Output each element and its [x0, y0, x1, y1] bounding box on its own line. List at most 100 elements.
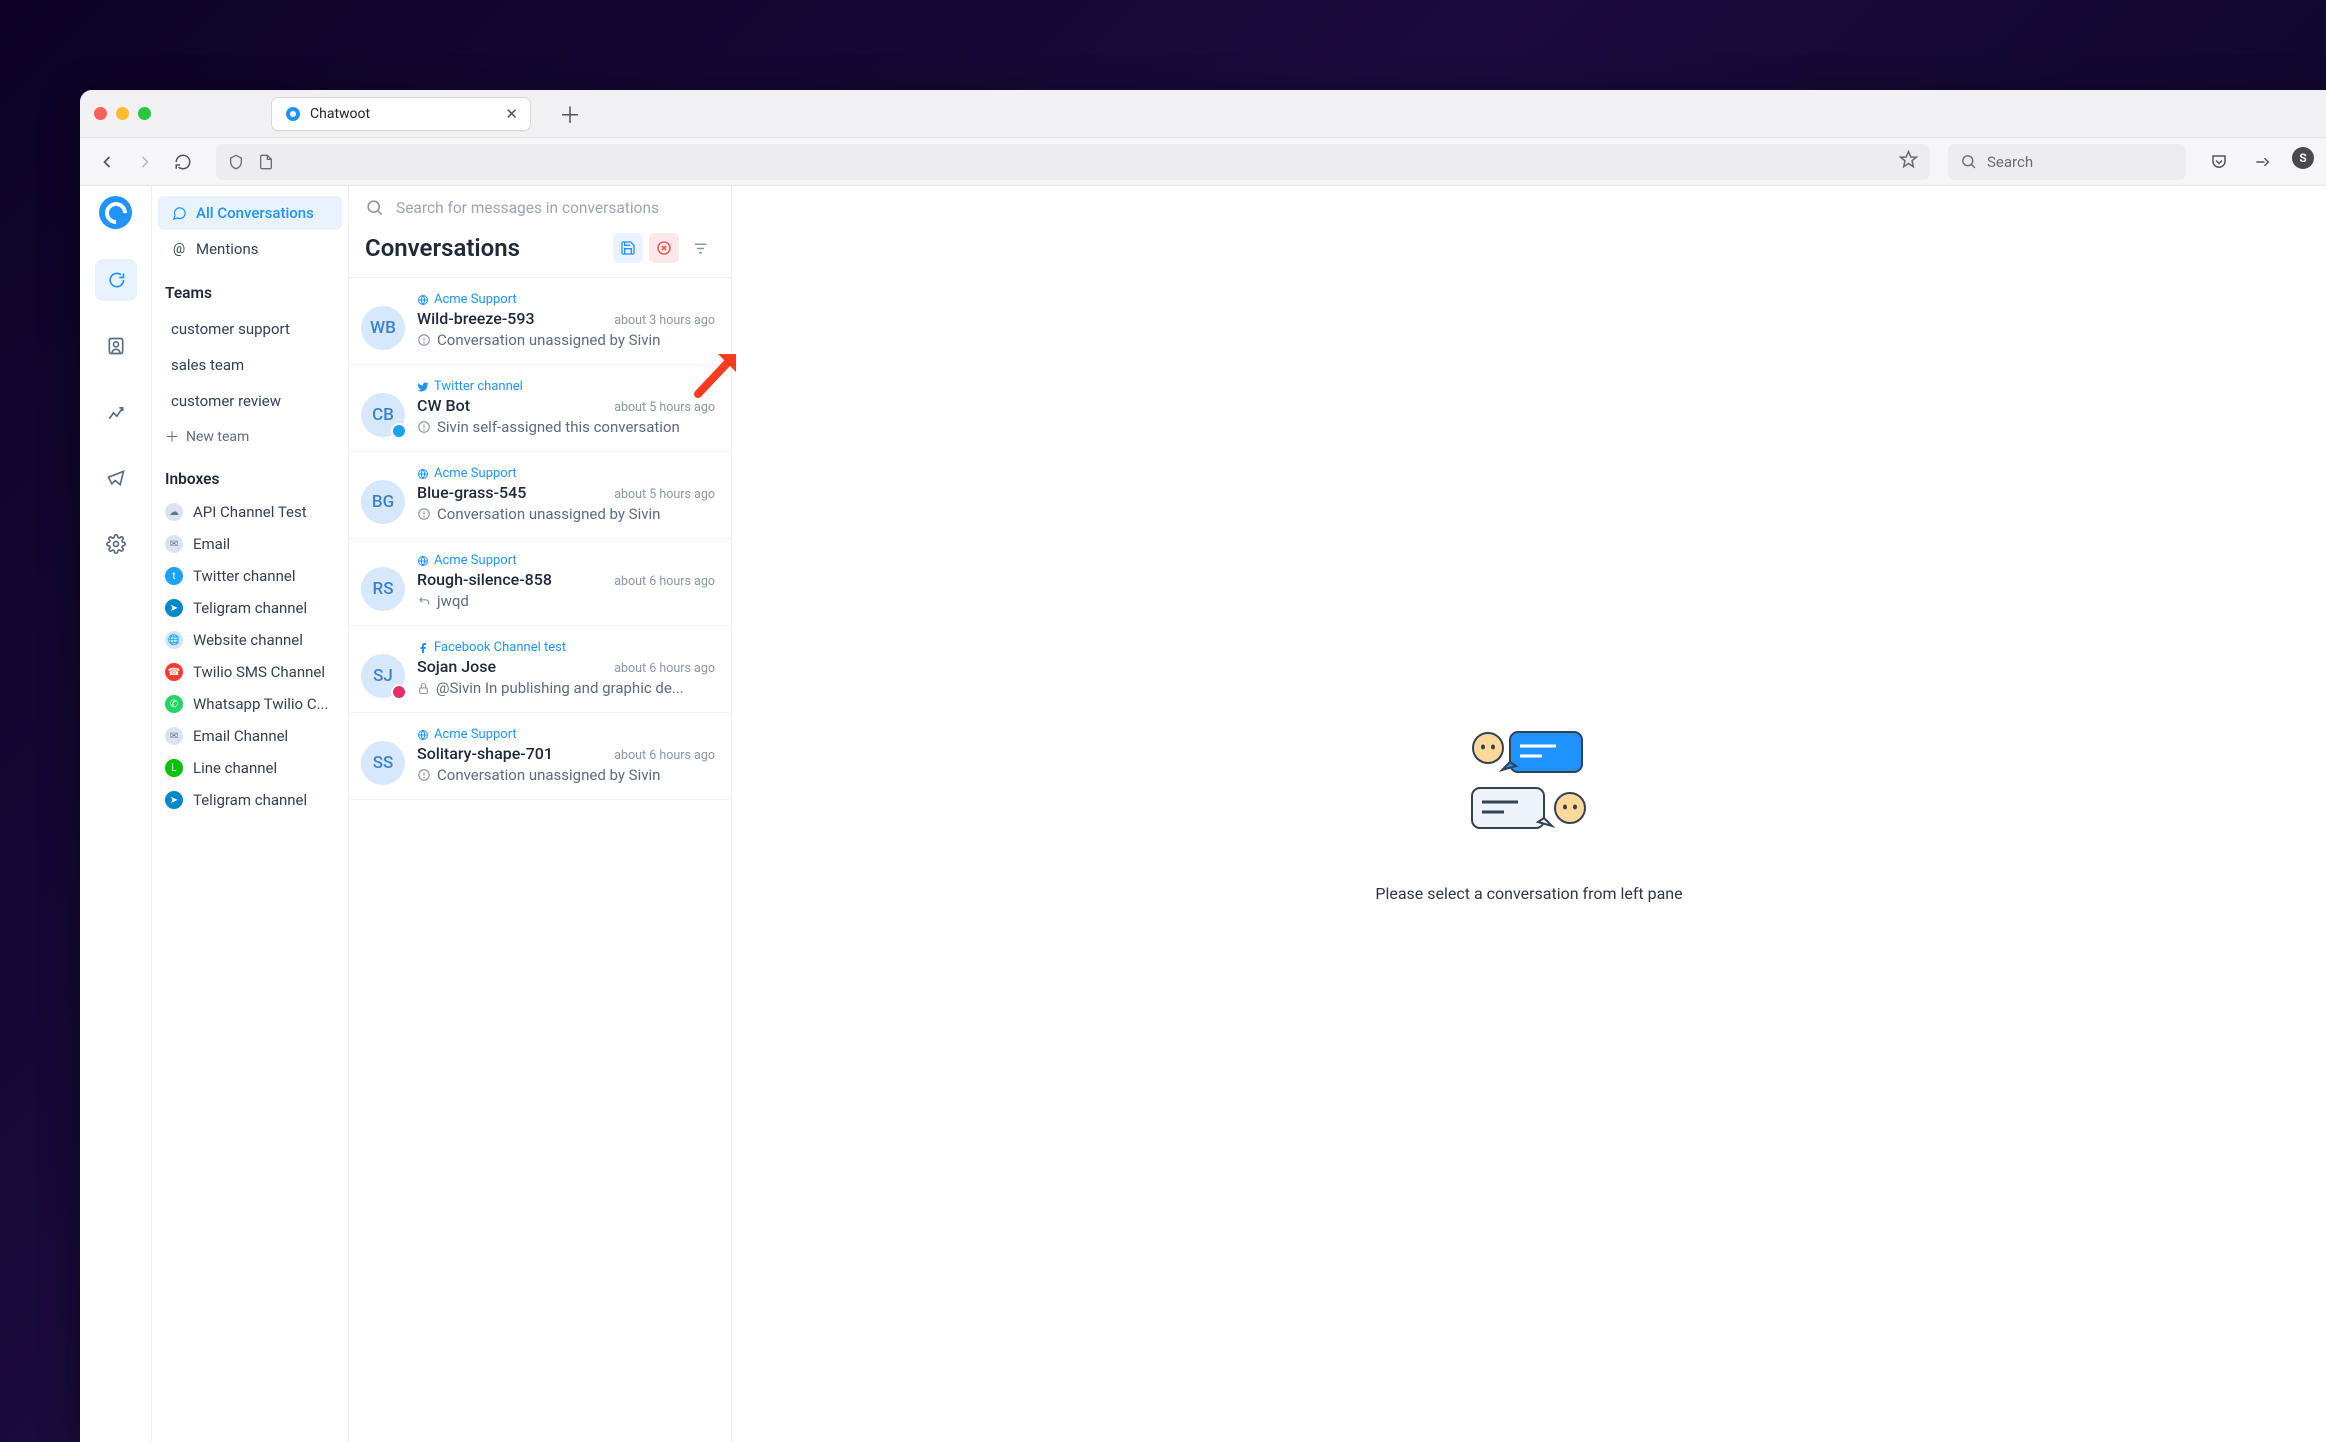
bookmark-button[interactable]: [1899, 150, 1918, 173]
sidebar-item-all-conversations[interactable]: All Conversations: [158, 196, 342, 230]
sidebar-inbox-item[interactable]: 🌐Website channel: [152, 624, 348, 656]
sidebar-team-item[interactable]: sales team: [158, 348, 342, 382]
conversation-time: about 5 hours ago: [614, 400, 715, 415]
conversation-name: Blue-grass-545: [417, 483, 604, 502]
minimize-window-button[interactable]: [116, 107, 129, 120]
conversation-search-input[interactable]: [396, 199, 715, 217]
browser-toolbar: Search S: [80, 138, 2326, 186]
pocket-button[interactable]: [2204, 147, 2234, 177]
maximize-window-button[interactable]: [138, 107, 151, 120]
chatwoot-logo-icon[interactable]: [99, 196, 132, 229]
sidebar-inbox-item[interactable]: LLine channel: [152, 752, 348, 784]
conversation-snippet: Conversation unassigned by Sivin: [417, 766, 715, 784]
avatar: SS: [361, 741, 405, 785]
channel-label: Acme Support: [417, 553, 715, 568]
sidebar-inbox-item[interactable]: tTwitter channel: [152, 560, 348, 592]
new-tab-button[interactable]: ＋: [559, 98, 581, 130]
channel-label: Acme Support: [417, 466, 715, 481]
browser-window: Chatwoot ✕ ＋ Search S: [80, 90, 2326, 1442]
nav-rail: [80, 186, 152, 1442]
sidebar: All Conversations @ Mentions Teams custo…: [152, 186, 349, 1442]
conversation-item[interactable]: WB Acme Support Wild-breeze-593 about 3 …: [349, 278, 731, 365]
globe-icon: 🌐: [165, 631, 183, 649]
rail-contacts[interactable]: [95, 325, 137, 367]
mail-icon: ✉: [165, 535, 183, 553]
conversation-item[interactable]: BG Acme Support Blue-grass-545 about 5 h…: [349, 452, 731, 539]
close-tab-button[interactable]: ✕: [505, 105, 518, 123]
conversation-time: about 5 hours ago: [614, 487, 715, 502]
sidebar-inbox-item[interactable]: ☁API Channel Test: [152, 496, 348, 528]
conversation-name: Sojan Jose: [417, 657, 604, 676]
sidebar-item-label: All Conversations: [196, 204, 314, 222]
close-window-button[interactable]: [94, 107, 107, 120]
conversation-item[interactable]: SJ Facebook Channel test Sojan Jose abou…: [349, 626, 731, 713]
conversation-name: Wild-breeze-593: [417, 309, 604, 328]
sidebar-inbox-item[interactable]: ➤Teligram channel: [152, 784, 348, 816]
conversation-name: CW Bot: [417, 396, 604, 415]
mail-icon: ✉: [165, 727, 183, 745]
conversation-list[interactable]: WB Acme Support Wild-breeze-593 about 3 …: [349, 278, 731, 1442]
search-icon: [1960, 153, 1977, 170]
account-avatar[interactable]: S: [2292, 147, 2314, 169]
rail-campaigns[interactable]: [95, 457, 137, 499]
conversation-snippet: jwqd: [417, 592, 715, 610]
telegram-icon: ➤: [165, 791, 183, 809]
conversation-item[interactable]: CB Twitter channel CW Bot about 5 hours …: [349, 365, 731, 452]
avatar: WB: [361, 306, 405, 350]
clear-filters-button[interactable]: [649, 233, 679, 263]
shield-icon: [228, 154, 244, 170]
save-custom-view-button[interactable]: [613, 233, 643, 263]
browser-right-icons: S: [2204, 147, 2314, 177]
chatwoot-app: All Conversations @ Mentions Teams custo…: [80, 186, 2326, 1442]
rail-settings[interactable]: [95, 523, 137, 565]
empty-state-illustration-icon: [1464, 726, 1594, 856]
conversation-item[interactable]: SS Acme Support Solitary-shape-701 about…: [349, 713, 731, 800]
favicon-icon: [284, 105, 301, 122]
devtools-button[interactable]: [2248, 147, 2278, 177]
channel-label: Facebook Channel test: [417, 640, 715, 655]
sidebar-heading-inboxes: Inboxes: [152, 454, 348, 496]
conversation-name: Rough-silence-858: [417, 570, 604, 589]
conversation-snippet: Sivin self-assigned this conversation: [417, 418, 715, 436]
page-icon: [258, 154, 274, 170]
sidebar-item-mentions[interactable]: @ Mentions: [158, 232, 342, 266]
rail-reports[interactable]: [95, 391, 137, 433]
channel-label: Twitter channel: [417, 379, 715, 394]
conversation-title: Conversations: [365, 234, 607, 262]
chat-icon: [171, 205, 187, 221]
window-controls: [94, 107, 151, 120]
back-button[interactable]: [92, 147, 122, 177]
sidebar-inbox-item[interactable]: ✆Whatsapp Twilio C...: [152, 688, 348, 720]
new-team-button[interactable]: ＋New team: [152, 420, 348, 454]
sidebar-team-item[interactable]: customer review: [158, 384, 342, 418]
conversation-header: Conversations: [349, 229, 731, 278]
sms-icon: ☎: [165, 663, 183, 681]
sidebar-inbox-item[interactable]: ☎Twilio SMS Channel: [152, 656, 348, 688]
conversation-snippet: Conversation unassigned by Sivin: [417, 331, 715, 349]
url-bar[interactable]: [216, 144, 1930, 180]
avatar: CB: [361, 393, 405, 437]
search-bar[interactable]: Search: [1948, 144, 2186, 180]
avatar: BG: [361, 480, 405, 524]
sidebar-item-label: Mentions: [196, 240, 258, 258]
conversation-time: about 6 hours ago: [614, 574, 715, 589]
conversation-search: [349, 186, 731, 229]
sidebar-team-item[interactable]: customer support: [158, 312, 342, 346]
forward-button[interactable]: [130, 147, 160, 177]
reload-button[interactable]: [168, 147, 198, 177]
conversation-name: Solitary-shape-701: [417, 744, 604, 763]
sidebar-inbox-item[interactable]: ➤Teligram channel: [152, 592, 348, 624]
conversation-panel: Conversations WB Acme Support Wild-breez…: [349, 186, 732, 1442]
browser-tab[interactable]: Chatwoot ✕: [271, 97, 531, 131]
sidebar-inbox-item[interactable]: ✉Email Channel: [152, 720, 348, 752]
conversation-snippet: Conversation unassigned by Sivin: [417, 505, 715, 523]
rail-conversations[interactable]: [95, 259, 137, 301]
avatar: SJ: [361, 654, 405, 698]
sidebar-inbox-item[interactable]: ✉Email: [152, 528, 348, 560]
whatsapp-icon: ✆: [165, 695, 183, 713]
conversation-time: about 3 hours ago: [614, 313, 715, 328]
conversation-item[interactable]: RS Acme Support Rough-silence-858 about …: [349, 539, 731, 626]
filter-button[interactable]: [685, 233, 715, 263]
channel-label: Acme Support: [417, 292, 715, 307]
tab-strip: Chatwoot ✕ ＋: [80, 90, 2326, 138]
